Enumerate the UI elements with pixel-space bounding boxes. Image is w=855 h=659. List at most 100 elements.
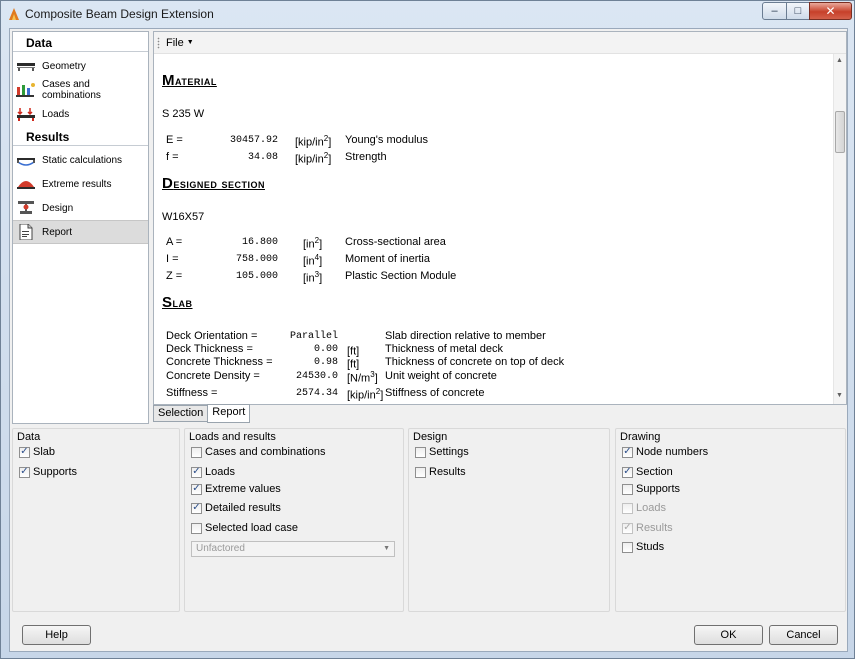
scroll-up-icon[interactable]: ▲ [836, 57, 843, 64]
report-description: Thickness of concrete on top of deck [385, 356, 565, 368]
file-menu[interactable]: File ▼ [166, 37, 194, 49]
report-value: 30457.92 [229, 135, 278, 146]
sidebar-item-loads[interactable]: Loads [13, 102, 148, 126]
loads-extreme-values-checkbox-row[interactable]: ✓ Extreme values [191, 483, 281, 495]
group-design: Design Settings Results [408, 428, 610, 612]
sidebar-item-label: Static calculations [42, 154, 123, 166]
static-calculations-icon [16, 152, 36, 168]
checkbox-label: Loads [205, 466, 235, 478]
loads-cases-and-combinations-checkbox-row[interactable]: Cases and combinations [191, 446, 325, 458]
report-description: Thickness of metal deck [385, 343, 503, 355]
group-data: Data ✓ Slab ✓ Supports [12, 428, 180, 612]
design-settings-checkbox-row[interactable]: Settings [415, 446, 469, 458]
sidebar-item-design[interactable]: Design [13, 196, 148, 220]
app-icon [9, 8, 19, 20]
report-unit: [kip/in2] [347, 387, 384, 402]
checkbox-label: Selected load case [205, 522, 298, 534]
group-title: Design [413, 431, 448, 443]
toolbar-grip[interactable] [157, 37, 160, 49]
cases-icon [16, 82, 36, 98]
loads-checkbox[interactable]: ✓ [191, 466, 202, 478]
check-icon: ✓ [192, 466, 201, 477]
dialog-client: Data Geometry Cases and combinations Loa… [9, 28, 848, 652]
minimize-button[interactable]: – [762, 2, 787, 20]
report-value: Parallel [289, 331, 338, 342]
help-button[interactable]: Help [22, 625, 91, 645]
title-bar: Composite Beam Design Extension – □ ✕ [1, 1, 854, 27]
report-value: 0.98 [313, 357, 338, 368]
loads-icon [16, 106, 36, 122]
report-value: 24530.0 [295, 371, 338, 382]
tab-selection[interactable]: Selection [153, 405, 209, 422]
sidebar-item-report[interactable]: Report [13, 220, 148, 244]
close-button[interactable]: ✕ [809, 2, 852, 20]
supports-checkbox[interactable]: ✓ [19, 466, 30, 478]
material-grade: S 235 W [162, 108, 205, 120]
main-window: Composite Beam Design Extension – □ ✕ Da… [0, 0, 855, 659]
sidebar-item-cases[interactable]: Cases and combinations [13, 78, 148, 102]
report-unit: [kip/in2] [295, 151, 332, 166]
report-description: Strength [345, 151, 387, 163]
report-unit: [in2] [303, 236, 323, 251]
data-supports-checkbox-row[interactable]: ✓ Supports [19, 466, 77, 478]
sidebar-item-geometry[interactable]: Geometry [13, 54, 148, 78]
report-value: 105.000 [235, 271, 278, 282]
loads-detailed-results-checkbox-row[interactable]: ✓ Detailed results [191, 502, 281, 514]
studs-checkbox[interactable] [622, 541, 633, 553]
sidebar-item-label: Cases and combinations [42, 79, 101, 101]
section-checkbox[interactable]: ✓ [622, 466, 633, 478]
chevron-down-icon: ▼ [186, 39, 194, 46]
tab-report[interactable]: Report [207, 404, 251, 423]
drawing-studs-checkbox-row[interactable]: Studs [622, 541, 664, 553]
settings-checkbox[interactable] [415, 446, 426, 458]
supports-checkbox[interactable] [622, 483, 633, 495]
detailed-results-checkbox[interactable]: ✓ [191, 502, 202, 514]
checkbox-label: Detailed results [205, 502, 281, 514]
group-drawing: Drawing ✓ Node numbers ✓ Section Supports Loa… [615, 428, 846, 612]
sidebar-item-label: Report [42, 226, 73, 238]
loads-selected-load-case-checkbox-row[interactable]: Selected load case [191, 522, 298, 534]
sidebar-item-extreme-results[interactable]: Extreme results [13, 172, 148, 196]
navigation-sidebar: Data Geometry Cases and combinations Loa… [12, 31, 149, 424]
cases-and-combinations-checkbox[interactable] [191, 446, 202, 458]
results-checkbox: ✓ [622, 522, 633, 534]
report-document: Material S 235 W E = 30457.92 [kip/in2] You… [154, 54, 832, 404]
drawing-section-checkbox-row[interactable]: ✓ Section [622, 466, 673, 478]
checkbox-label: Studs [636, 541, 665, 553]
report-unit: [kip/in2] [295, 134, 332, 149]
results-checkbox[interactable] [415, 466, 426, 478]
report-description: Stiffness of concrete [385, 387, 485, 399]
drawing-node-numbers-checkbox-row[interactable]: ✓ Node numbers [622, 446, 708, 458]
maximize-button[interactable]: □ [786, 2, 810, 20]
check-icon: ✓ [20, 446, 29, 457]
bottom-tabs: Selection Report [153, 404, 251, 423]
check-icon: ✓ [623, 522, 632, 533]
file-menu-label: File [166, 37, 184, 49]
report-vertical-scrollbar[interactable]: ▲ ▼ [833, 54, 846, 404]
node-numbers-checkbox[interactable]: ✓ [622, 446, 633, 458]
extreme-values-checkbox[interactable]: ✓ [191, 483, 202, 495]
ok-button[interactable]: OK [694, 625, 763, 645]
slab-checkbox[interactable]: ✓ [19, 446, 30, 458]
drawing-supports-checkbox-row[interactable]: Supports [622, 483, 680, 495]
drawing-results-checkbox-row: ✓ Results [622, 522, 673, 534]
scrollbar-thumb[interactable] [835, 111, 845, 153]
report-symbol: Concrete Thickness = [166, 356, 273, 368]
scroll-down-icon[interactable]: ▼ [836, 392, 843, 399]
sidebar-item-label: Extreme results [42, 178, 112, 190]
loads-loads-checkbox-row[interactable]: ✓ Loads [191, 466, 235, 478]
design-results-checkbox-row[interactable]: Results [415, 466, 466, 478]
data-slab-checkbox-row[interactable]: ✓ Slab [19, 446, 55, 458]
report-value: 34.08 [247, 152, 278, 163]
report-value: 758.000 [235, 254, 278, 265]
group-title: Data [17, 431, 41, 443]
load-case-select: Unfactored ▼ [191, 541, 395, 557]
check-icon: ✓ [20, 466, 29, 477]
window-title: Composite Beam Design Extension [25, 7, 214, 21]
checkbox-label: Loads [636, 502, 666, 514]
section-title-material: Material [162, 72, 217, 89]
selected-load-case-checkbox[interactable] [191, 522, 202, 534]
sidebar-item-static-calculations[interactable]: Static calculations [13, 148, 148, 172]
report-panel: File ▼ Material S 235 W E = 30457.92 [kip/i… [153, 31, 847, 405]
cancel-button[interactable]: Cancel [769, 625, 838, 645]
